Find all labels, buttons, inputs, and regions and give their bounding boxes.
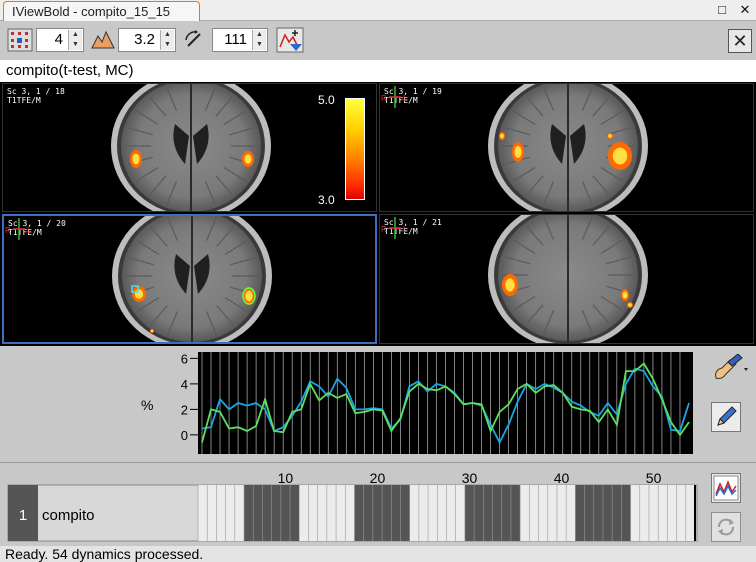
cluster-size-value: 4 [54, 31, 63, 48]
orientation-left-label: L [403, 225, 408, 234]
timeline-tick-label: 50 [646, 470, 662, 486]
status-bar: Ready. 54 dynamics processed. [0, 546, 756, 562]
activation-peak [612, 147, 628, 165]
window-title: IViewBold - compito_15_15 [3, 1, 200, 21]
image-viewers: Sc 3, 1 / 18 T1TFE/M Sc 3, 1 / 19 T1TFE/… [0, 82, 756, 346]
viewport-slice-20[interactable]: Sc 3, 1 / 20 T1TFE/M RL [2, 214, 377, 344]
activation-peak [244, 154, 252, 164]
y-tick-label: 2 [181, 402, 188, 417]
orientation-marker: RL [5, 218, 32, 240]
activation-peak [245, 290, 253, 302]
activation-peak [628, 303, 632, 307]
y-tick-label: 0 [181, 428, 188, 443]
edit-button[interactable] [711, 402, 741, 432]
cluster-size-stepper[interactable]: 4 ▲ ▼ [36, 28, 84, 52]
threshold-histogram-icon[interactable] [90, 28, 116, 52]
timecourse-chart[interactable]: 6 4 2 0% [0, 346, 756, 460]
orientation-right-label: R [381, 94, 387, 103]
waveform-icon [713, 475, 739, 501]
stepper-arrows-icon[interactable]: ▲ ▼ [160, 30, 174, 50]
condition-number: 1 [19, 507, 27, 524]
activation-peak [500, 133, 504, 139]
maximize-icon[interactable]: □ [714, 2, 730, 18]
timecourse-panel: 6 4 2 0% [0, 346, 756, 460]
y-tick-label: 4 [181, 377, 188, 392]
pencil-icon [717, 406, 737, 426]
activation-peak [622, 291, 628, 299]
orientation-left-label: L [403, 94, 408, 103]
viewport-slice-21[interactable]: Sc 3, 1 / 21 T1TFE/M RL [379, 214, 754, 344]
condition-name: compito [42, 507, 95, 524]
timeline-tick-label: 10 [278, 470, 294, 486]
toolbar: 4 ▲ ▼ 3.2 ▲ ▼ 111 ▲ ▼ [0, 22, 756, 58]
activation-peak [150, 329, 154, 333]
refresh-icon [718, 518, 734, 536]
paradigm-timeline: 1 compito 10 20 30 40 50 [0, 462, 756, 546]
design-view-button[interactable] [711, 473, 741, 503]
color-scale-max: 5.0 [318, 93, 335, 107]
orientation-right-label: R [5, 226, 11, 235]
orientation-marker: RL [381, 217, 408, 239]
add-overlay-icon[interactable] [276, 27, 304, 53]
timeline-tick-label: 20 [370, 470, 386, 486]
slice-stepper[interactable]: 111 ▲ ▼ [212, 28, 268, 52]
cluster-grid-icon[interactable] [7, 28, 33, 52]
draw-tool-menu-button[interactable] [712, 353, 748, 384]
orientation-left-label: L [27, 226, 32, 235]
color-scale-bar [345, 98, 365, 200]
image-title: compito(t-test, MC) [0, 60, 756, 82]
refresh-button[interactable] [711, 512, 741, 542]
activation-peak [514, 146, 522, 158]
slice-value: 111 [224, 31, 247, 48]
orientation-marker: RL [381, 86, 408, 108]
activation-peak [505, 278, 515, 292]
app-window: IViewBold - compito_15_15 □ ✕ 4 ▲ ▼ 3.2 ▲… [0, 0, 756, 562]
threshold-value: 3.2 [134, 31, 155, 48]
timeline-tick-label: 40 [554, 470, 570, 486]
pencil-hand-icon [715, 353, 748, 379]
stepper-arrows-icon[interactable]: ▲ ▼ [252, 30, 266, 50]
paradigm-chart[interactable]: 1 compito 10 20 30 40 50 [0, 463, 756, 547]
title-bar: IViewBold - compito_15_15 □ ✕ [0, 0, 756, 21]
activation-peak [608, 134, 612, 138]
y-axis-label: % [141, 397, 153, 413]
threshold-stepper[interactable]: 3.2 ▲ ▼ [118, 28, 176, 52]
window-close-icon[interactable]: ✕ [737, 2, 753, 18]
stepper-arrows-icon[interactable]: ▲ ▼ [68, 30, 82, 50]
y-tick-label: 6 [181, 351, 188, 366]
activation-peak [132, 153, 140, 165]
viewport-label: Sc 3, 1 / 18 T1TFE/M [7, 87, 65, 105]
slice-rotate-icon[interactable] [182, 28, 208, 52]
orientation-right-label: R [381, 225, 387, 234]
close-overlay-button[interactable]: ✕ [728, 29, 752, 53]
activation-peak [134, 289, 144, 299]
color-scale-min: 3.0 [318, 193, 335, 207]
timeline-tick-label: 30 [462, 470, 478, 486]
viewport-slice-19[interactable]: Sc 3, 1 / 19 T1TFE/M RL [379, 83, 754, 212]
